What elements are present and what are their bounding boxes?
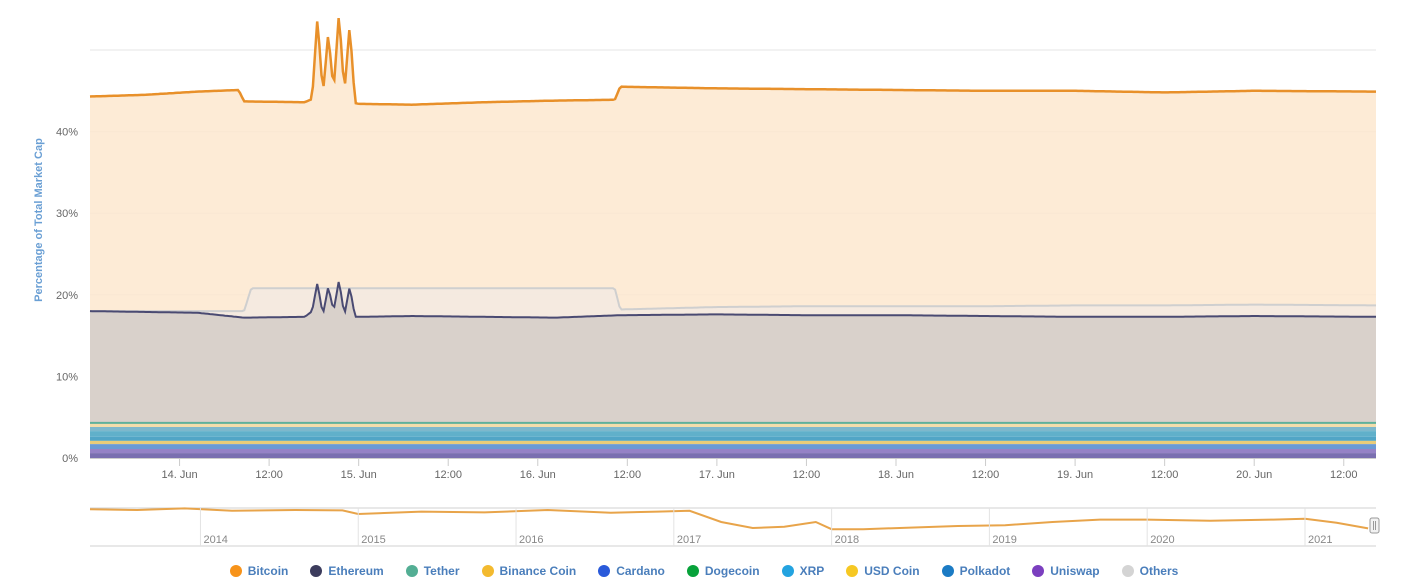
series-area-uniswap[interactable] xyxy=(90,449,1376,454)
navigator-year-label: 2016 xyxy=(519,534,543,546)
series-area-cardano[interactable] xyxy=(90,427,1376,432)
x-tick-label: 12:00 xyxy=(1330,469,1358,481)
legend-label: Binance Coin xyxy=(499,564,577,578)
x-tick-label: 16. Jun xyxy=(520,469,556,481)
legend-item-binance-coin[interactable]: Binance Coin xyxy=(481,564,577,578)
navigator-series xyxy=(89,507,1376,547)
legend-item-others[interactable]: Others xyxy=(1121,564,1179,578)
y-axis: 0% 10% 20% 30% 40% xyxy=(56,127,78,465)
y-tick-label: 10% xyxy=(56,371,78,383)
series-area-bottom[interactable] xyxy=(90,453,1376,458)
navigator-year-label: 2015 xyxy=(361,534,385,546)
legend-item-xrp[interactable]: XRP xyxy=(781,564,825,578)
legend-label: Dogecoin xyxy=(704,564,760,578)
stacked-area-series[interactable] xyxy=(90,18,1376,458)
y-axis-title: Percentage of Total Market Cap xyxy=(33,138,45,302)
x-axis: 14. Jun 12:00 15. Jun 12:00 16. Jun 12:00 17. … xyxy=(90,458,1376,481)
x-tick-label: 18. Jun xyxy=(878,469,914,481)
x-tick-label: 12:00 xyxy=(793,469,821,481)
legend-dot xyxy=(846,565,859,577)
legend-item-bitcoin[interactable]: Bitcoin xyxy=(229,564,289,578)
main-area-chart: 0%10%20%30%40% 14. Jun 12:00 15. Jun 12:00 1… xyxy=(33,17,1376,481)
x-tick-label: 17. Jun xyxy=(699,469,735,481)
legend-dot xyxy=(1121,565,1134,577)
legend-label: Tether xyxy=(423,564,460,578)
legend-dot xyxy=(1032,565,1045,577)
series-area-polkadot[interactable] xyxy=(90,444,1376,449)
navigator-year-label: 2021 xyxy=(1308,534,1332,546)
legend-dot xyxy=(481,565,494,577)
legend-dot xyxy=(229,565,242,577)
series-area-usd-coin[interactable] xyxy=(90,440,1376,445)
legend-dot xyxy=(310,565,323,577)
x-tick-label: 12:00 xyxy=(1151,469,1179,481)
legend-dot xyxy=(598,565,611,577)
legend-label: XRP xyxy=(799,564,825,578)
legend-dot xyxy=(781,565,794,577)
navigator-year-label: 2020 xyxy=(1150,534,1174,546)
y-tick-label: 40% xyxy=(56,127,78,139)
series-area-dogecoin[interactable] xyxy=(90,431,1376,437)
navigator-year-label: 2014 xyxy=(203,534,227,546)
legend-label: Bitcoin xyxy=(247,564,289,578)
x-tick-label: 12:00 xyxy=(434,469,462,481)
legend-dot xyxy=(405,565,418,577)
y-tick-label: 20% xyxy=(56,290,78,302)
navigator-bitcoin-line xyxy=(89,507,1369,531)
legend-item-cardano[interactable]: Cardano xyxy=(598,564,665,578)
series-area-xrp[interactable] xyxy=(90,436,1376,441)
x-tick-label: 12:00 xyxy=(972,469,1000,481)
navigator-year-label: 2018 xyxy=(835,534,859,546)
y-tick-label: 0% xyxy=(62,453,78,465)
legend-item-tether[interactable]: Tether xyxy=(405,564,460,578)
x-tick-label: 12:00 xyxy=(614,469,642,481)
navigator-handle[interactable] xyxy=(1369,517,1380,534)
legend-item-uniswap[interactable]: Uniswap xyxy=(1032,564,1100,578)
navigator-year-label: 2019 xyxy=(992,534,1016,546)
x-tick-label: 19. Jun xyxy=(1057,469,1093,481)
navigator-year-label: 2017 xyxy=(677,534,701,546)
legend-item-usd-coin[interactable]: USD Coin xyxy=(846,564,920,578)
legend-label: Polkadot xyxy=(959,564,1011,578)
series-area-binance-coin[interactable] xyxy=(90,423,1376,427)
bitcoin-area[interactable] xyxy=(90,18,1376,312)
x-tick-label: 20. Jun xyxy=(1236,469,1272,481)
legend-label: USD Coin xyxy=(864,564,920,578)
legend-label: Uniswap xyxy=(1050,564,1100,578)
legend-item-dogecoin[interactable]: Dogecoin xyxy=(686,564,760,578)
legend-item-polkadot[interactable]: Polkadot xyxy=(941,564,1011,578)
chart-legend: Bitcoin Ethereum Tether Binance Coin Cardano… xyxy=(0,561,1408,581)
x-tick-label: 12:00 xyxy=(255,469,283,481)
legend-label: Ethereum xyxy=(328,564,384,578)
y-tick-label: 30% xyxy=(56,208,78,220)
navigator-chart[interactable]: 2014 2015 2016 2017 2018 2019 2020 2021 xyxy=(0,500,1408,550)
legend-dot xyxy=(941,565,954,577)
legend-label: Others xyxy=(1139,564,1179,578)
legend-label: Cardano xyxy=(616,564,665,578)
market-cap-dominance-chart: 0% 10% 20% 30% 40% 14. Jun 12:00 15. Jun 12:00 1… xyxy=(0,0,1408,584)
x-tick-label: 15. Jun xyxy=(341,469,377,481)
x-tick-label: 14. Jun xyxy=(162,469,198,481)
navigator-handle-grip[interactable] xyxy=(1369,517,1380,534)
legend-item-ethereum[interactable]: Ethereum xyxy=(310,564,384,578)
legend-dot xyxy=(686,565,699,577)
